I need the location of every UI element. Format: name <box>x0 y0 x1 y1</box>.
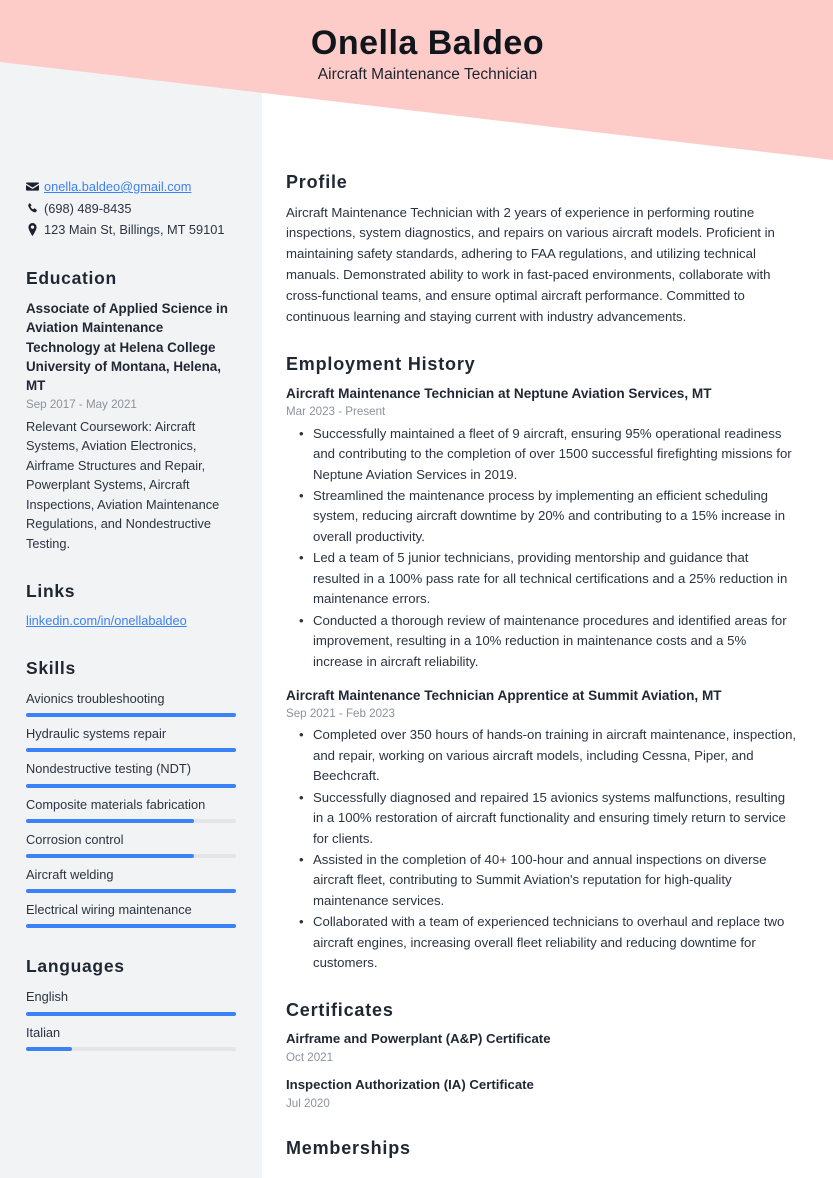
job-date: Sep 2021 - Feb 2023 <box>286 707 395 721</box>
job-bullet: Led a team of 5 junior technicians, prov… <box>299 548 797 609</box>
certificate-title: Airframe and Powerplant (A&P) Certificat… <box>286 1031 551 1047</box>
skill-label: Hydraulic systems repair <box>26 726 167 742</box>
language-label: English <box>26 989 68 1005</box>
address-text: 123 Main St, Billings, MT 59101 <box>44 222 225 238</box>
certificates-section: Certificates Airframe and Powerplant (A&… <box>286 1000 797 1112</box>
job-bullet-list: Completed over 350 hours of hands-on tra… <box>286 725 797 973</box>
jobs-list: Aircraft Maintenance Technician at Neptu… <box>286 384 797 973</box>
education-heading: Education <box>26 267 117 288</box>
job-bullet: Collaborated with a team of experienced … <box>299 912 797 973</box>
skill-level-fill <box>26 854 194 859</box>
job-bullet: Streamlined the maintenance process by i… <box>299 486 797 547</box>
job-bullet: Conducted a thorough review of maintenan… <box>299 611 797 672</box>
linkedin-link[interactable]: linkedin.com/in/onellabaldeo <box>26 613 187 628</box>
phone-text: (698) 489-8435 <box>44 200 132 216</box>
skill-item: Hydraulic systems repair <box>26 724 236 753</box>
certificate-entry: Inspection Authorization (IA) Certificat… <box>286 1076 797 1112</box>
language-item: Italian <box>26 1023 236 1051</box>
phone-icon <box>26 200 44 215</box>
links-section: Links linkedin.com/in/onellabaldeo <box>26 581 236 630</box>
job-date: Mar 2023 - Present <box>286 405 386 419</box>
skill-level-bar <box>26 818 236 823</box>
email-link[interactable]: onella.baldeo@gmail.com <box>44 179 191 194</box>
skill-level-bar <box>26 889 236 894</box>
job-entry: Aircraft Maintenance Technician Apprenti… <box>286 686 797 974</box>
contact-address-row: 123 Main St, Billings, MT 59101 <box>26 221 236 240</box>
skill-level-bar <box>26 713 236 718</box>
employment-heading: Employment History <box>286 353 476 374</box>
job-bullet: Successfully diagnosed and repaired 15 a… <box>299 788 797 849</box>
language-label: Italian <box>26 1024 61 1040</box>
job-bullet: Completed over 350 hours of hands-on tra… <box>299 725 797 786</box>
employment-section: Employment History Aircraft Maintenance … <box>286 354 797 974</box>
skills-heading: Skills <box>26 658 76 679</box>
languages-list: English Italian <box>26 987 236 1051</box>
education-item: Associate of Applied Science in Aviation… <box>26 299 236 553</box>
language-level-bar <box>26 1011 236 1016</box>
job-bullet: Assisted in the completion of 40+ 100-ho… <box>299 850 797 911</box>
job-title: Aircraft Maintenance Technician Apprenti… <box>286 688 722 704</box>
contact-phone-row: (698) 489-8435 <box>26 200 236 219</box>
certificates-heading: Certificates <box>286 999 394 1020</box>
skill-label: Electrical wiring maintenance <box>26 902 192 918</box>
skill-item: Aircraft welding <box>26 865 236 894</box>
skill-level-fill <box>26 889 236 894</box>
education-item-date: Sep 2017 - May 2021 <box>26 397 137 411</box>
certificate-title: Inspection Authorization (IA) Certificat… <box>286 1077 534 1093</box>
language-item: English <box>26 987 236 1016</box>
certificate-date: Oct 2021 <box>286 1050 334 1064</box>
skill-level-fill <box>26 924 236 929</box>
profile-text: Aircraft Maintenance Technician with 2 y… <box>286 204 775 324</box>
languages-heading: Languages <box>26 956 125 977</box>
main-column: Profile Aircraft Maintenance Technician … <box>262 0 833 1178</box>
skill-label: Composite materials fabrication <box>26 796 206 812</box>
links-heading: Links <box>26 581 76 602</box>
job-title: Aircraft Maintenance Technician at Neptu… <box>286 386 712 402</box>
skill-item: Electrical wiring maintenance <box>26 900 236 929</box>
job-bullet: Successfully maintained a fleet of 9 air… <box>299 424 797 485</box>
profile-section: Profile Aircraft Maintenance Technician … <box>286 172 797 328</box>
memberships-section: Memberships <box>286 1138 797 1160</box>
skill-level-bar <box>26 924 236 929</box>
language-level-fill <box>26 1046 73 1051</box>
skill-label: Corrosion control <box>26 831 124 847</box>
skill-item: Nondestructive testing (NDT) <box>26 759 236 788</box>
header-banner: Onella Baldeo Aircraft Maintenance Techn… <box>0 0 833 170</box>
skill-level-fill <box>26 748 236 753</box>
skill-label: Nondestructive testing (NDT) <box>26 761 191 777</box>
job-bullet-list: Successfully maintained a fleet of 9 air… <box>286 424 797 672</box>
skill-label: Avionics troubleshooting <box>26 691 165 707</box>
envelope-icon <box>26 178 44 193</box>
profile-heading: Profile <box>286 172 348 192</box>
language-level-fill <box>26 1011 236 1016</box>
sidebar: onella.baldeo@gmail.com (698) 489-8435 1… <box>0 0 262 1178</box>
language-level-bar <box>26 1046 236 1051</box>
skill-level-fill <box>26 818 194 823</box>
map-pin-icon <box>26 221 44 237</box>
memberships-heading: Memberships <box>286 1137 411 1158</box>
candidate-name: Onella Baldeo <box>310 24 545 62</box>
skills-list: Avionics troubleshooting Hydraulic system… <box>26 689 236 929</box>
languages-section: Languages English Italian <box>26 956 236 1051</box>
skill-level-bar <box>26 854 236 859</box>
skill-level-bar <box>26 748 236 753</box>
skill-item: Corrosion control <box>26 830 236 859</box>
skill-level-fill <box>26 783 236 788</box>
education-item-description: Relevant Coursework: Aircraft Systems, A… <box>26 419 220 551</box>
contact-block: onella.baldeo@gmail.com (698) 489-8435 1… <box>26 178 236 240</box>
skill-item: Avionics troubleshooting <box>26 689 236 718</box>
education-section: Education Associate of Applied Science i… <box>26 268 236 553</box>
job-entry: Aircraft Maintenance Technician at Neptu… <box>286 384 797 672</box>
skills-section: Skills Avionics troubleshooting Hydraulic… <box>26 658 236 929</box>
education-item-title: Associate of Applied Science in Aviation… <box>26 300 228 394</box>
skill-label: Aircraft welding <box>26 867 114 883</box>
candidate-job-title: Aircraft Maintenance Technician <box>317 66 538 84</box>
skill-item: Composite materials fabrication <box>26 795 236 823</box>
contact-email-row[interactable]: onella.baldeo@gmail.com <box>26 178 236 197</box>
certificate-entry: Airframe and Powerplant (A&P) Certificat… <box>286 1030 797 1066</box>
skill-level-fill <box>26 713 236 718</box>
skill-level-bar <box>26 783 236 788</box>
certificate-date: Jul 2020 <box>286 1096 330 1110</box>
certificates-list: Airframe and Powerplant (A&P) Certificat… <box>286 1030 797 1111</box>
